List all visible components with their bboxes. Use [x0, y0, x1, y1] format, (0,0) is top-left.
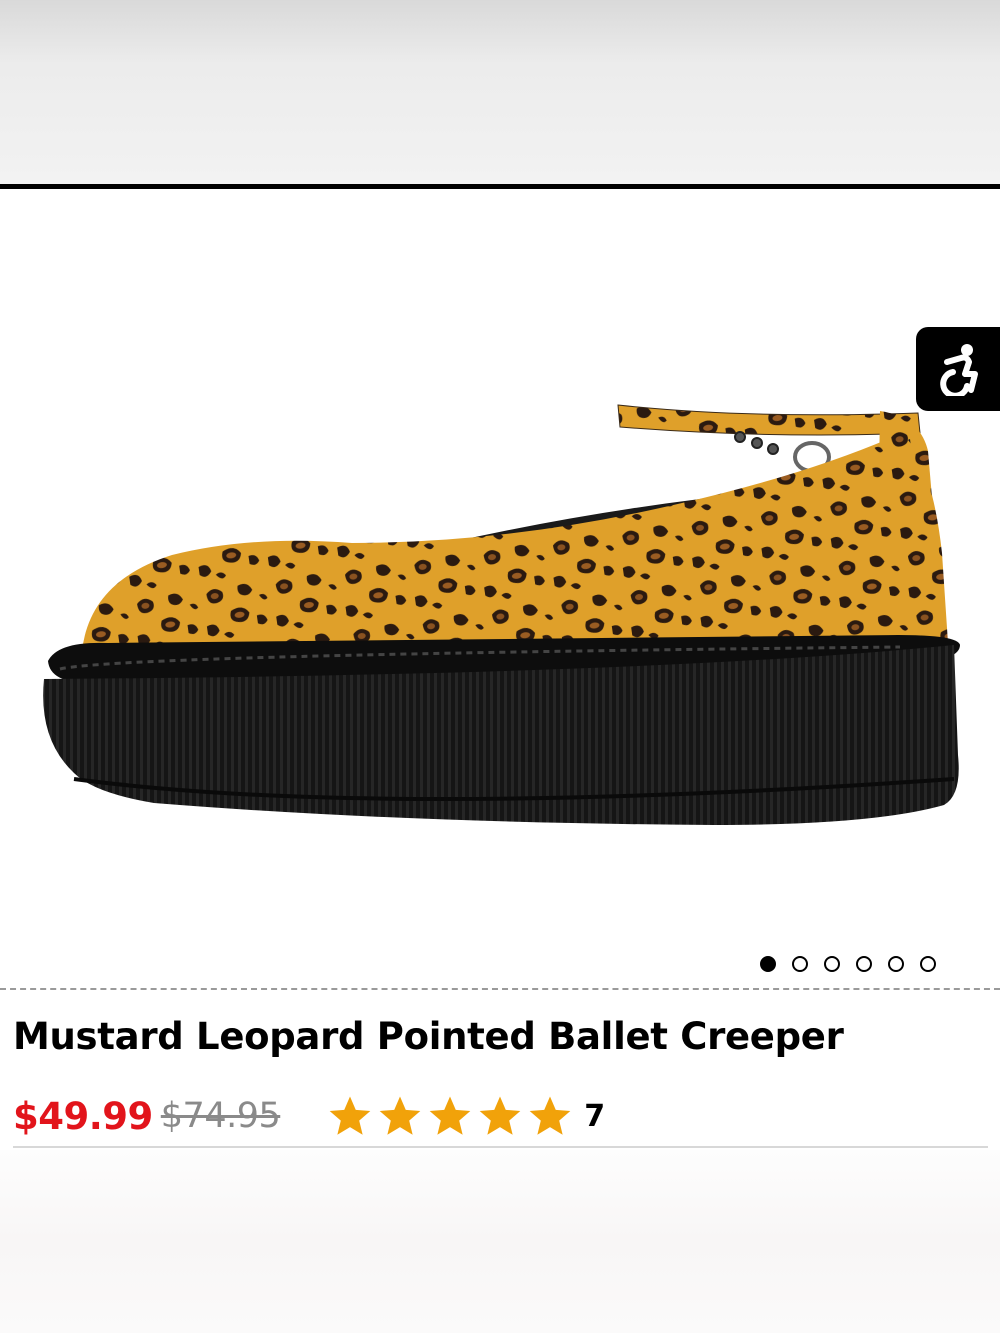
- carousel-dot[interactable]: [792, 956, 808, 972]
- accessibility-button[interactable]: [916, 327, 1000, 411]
- price-rating-row: $49.99 $74.95 7: [13, 1090, 988, 1142]
- section-divider: [0, 988, 1000, 990]
- sale-price: $49.99: [13, 1094, 153, 1138]
- carousel-dots: [760, 953, 936, 975]
- accessibility-icon: [940, 344, 978, 396]
- blurred-header: [0, 0, 1000, 184]
- blurred-footer: [0, 1150, 1000, 1333]
- carousel-dot[interactable]: [824, 956, 840, 972]
- star-rating[interactable]: 7: [326, 1093, 605, 1139]
- star-icon: [379, 1096, 421, 1135]
- star-icon: [529, 1096, 571, 1135]
- product-title: Mustard Leopard Pointed Ballet Creeper: [13, 1015, 844, 1058]
- carousel-dot[interactable]: [760, 956, 776, 972]
- product-image[interactable]: [0, 189, 1000, 949]
- original-price: $74.95: [160, 1096, 281, 1136]
- carousel-dot[interactable]: [920, 956, 936, 972]
- carousel-dot[interactable]: [856, 956, 872, 972]
- star-icon: [479, 1096, 521, 1135]
- star-icon: [429, 1096, 471, 1135]
- price-divider: [13, 1146, 988, 1148]
- review-count: 7: [584, 1098, 606, 1134]
- carousel-dot[interactable]: [888, 956, 904, 972]
- star-icon: [329, 1096, 371, 1135]
